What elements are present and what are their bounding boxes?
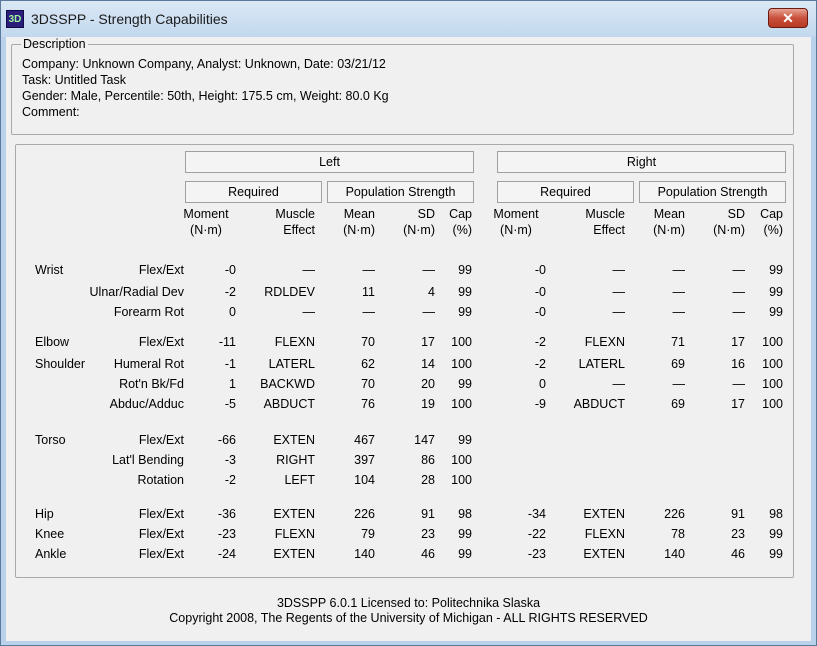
left-col-header-effect-line2: Effect <box>283 223 315 237</box>
left-moment-cell: -36 <box>217 507 236 521</box>
left-cap-cell: 99 <box>458 377 472 391</box>
row-motion-label: Flex/Ext <box>138 507 184 521</box>
right-col-header-cap-line2: (%) <box>763 223 783 237</box>
right-cap-cell: 99 <box>769 263 783 277</box>
right-col-header-mean-line2: (N·m) <box>653 223 685 237</box>
right-moment-cell: -9 <box>534 397 546 411</box>
left-cap-cell: 100 <box>451 397 472 411</box>
right-moment-cell: -2 <box>534 357 546 371</box>
left-moment-cell: 0 <box>229 305 236 319</box>
left-col-header-mean-line1: Mean <box>343 207 375 221</box>
strength-capabilities-window: 3D 3DSSPP - Strength Capabilities ✕ Desc… <box>0 0 817 646</box>
left-moment-cell: -3 <box>224 453 236 467</box>
left-cap-cell: 99 <box>458 547 472 561</box>
row-motion-label: Lat'l Bending <box>112 453 184 467</box>
left-moment-cell: -24 <box>217 547 236 561</box>
left-col-header-effect-line1: Muscle <box>275 207 315 221</box>
left-moment-cell: -2 <box>224 285 236 299</box>
row-motion-label: Rotation <box>137 473 184 487</box>
left-cap-cell: 100 <box>451 335 472 349</box>
row-motion-label: Humeral Rot <box>113 357 184 371</box>
comment-line: Comment: <box>22 105 80 119</box>
left-col-header-moment-line2: (N·m) <box>190 223 222 237</box>
right-cap-cell: 100 <box>762 357 783 371</box>
row-motion-label: Flex/Ext <box>138 547 184 561</box>
right-col-header-effect-line1: Muscle <box>585 207 625 221</box>
right-moment-cell: -2 <box>534 335 546 349</box>
right-cap-cell: 100 <box>762 377 783 391</box>
gender-line: Gender: Male, Percentile: 50th, Height: … <box>22 89 389 103</box>
right-cap-cell: 98 <box>769 507 783 521</box>
right-cap-cell: 99 <box>769 527 783 541</box>
left-col-header-mean-line2: (N·m) <box>343 223 375 237</box>
license-line: 3DSSPP 6.0.1 Licensed to: Politechnika S… <box>276 596 541 610</box>
left-cap-cell: 100 <box>451 453 472 467</box>
right-side-header: Right <box>497 151 786 173</box>
row-motion-label: Flex/Ext <box>138 335 184 349</box>
strength-table-group: Left Right Required Population Strength … <box>15 144 794 578</box>
right-moment-cell: -0 <box>534 263 546 277</box>
right-population-header: Population Strength <box>639 181 786 203</box>
close-button[interactable]: ✕ <box>768 8 808 28</box>
left-cap-cell: 99 <box>458 305 472 319</box>
left-cap-cell: 99 <box>458 433 472 447</box>
right-cap-cell: 99 <box>769 285 783 299</box>
left-cap-cell: 100 <box>451 357 472 371</box>
left-cap-cell: 100 <box>451 473 472 487</box>
left-cap-cell: 99 <box>458 527 472 541</box>
right-col-header-mean-line1: Mean <box>653 207 685 221</box>
window-title: 3DSSPP - Strength Capabilities <box>31 11 228 27</box>
left-cap-cell: 99 <box>458 285 472 299</box>
right-col-header-moment-line2: (N·m) <box>500 223 532 237</box>
row-motion-label: Rot'n Bk/Fd <box>119 377 184 391</box>
left-moment-cell: -0 <box>224 263 236 277</box>
left-moment-cell: -11 <box>218 335 236 349</box>
left-moment-cell: -1 <box>224 357 236 371</box>
right-cap-cell: 99 <box>769 305 783 319</box>
row-motion-label: Abduc/Adduc <box>109 397 184 411</box>
left-moment-cell: -66 <box>217 433 236 447</box>
description-group: Description Company: Unknown Company, An… <box>11 37 794 135</box>
title-bar[interactable]: 3D 3DSSPP - Strength Capabilities ✕ <box>1 1 816 37</box>
left-cap-cell: 98 <box>458 507 472 521</box>
company-line: Company: Unknown Company, Analyst: Unkno… <box>22 57 386 71</box>
right-col-header-moment-line1: Moment <box>493 207 539 221</box>
dialog-client-area: Description Company: Unknown Company, An… <box>6 37 811 641</box>
left-col-header-moment-line1: Moment <box>183 207 229 221</box>
task-line: Task: Untitled Task <box>22 73 126 87</box>
row-motion-label: Ulnar/Radial Dev <box>89 285 184 299</box>
right-moment-cell: -22 <box>527 527 546 541</box>
right-cap-cell: 99 <box>769 547 783 561</box>
left-population-header: Population Strength <box>327 181 474 203</box>
left-required-header: Required <box>185 181 322 203</box>
right-moment-cell: -0 <box>534 285 546 299</box>
row-motion-label: Flex/Ext <box>138 433 184 447</box>
right-moment-cell: 0 <box>539 377 546 391</box>
left-moment-cell: -23 <box>217 527 236 541</box>
description-legend: Description <box>21 37 88 51</box>
left-moment-cell: -5 <box>224 397 236 411</box>
right-moment-cell: -23 <box>527 547 546 561</box>
right-col-header-cap-line1: Cap <box>760 207 783 221</box>
copyright-line: Copyright 2008, The Regents of the Unive… <box>169 611 648 625</box>
app-3dsspp-icon: 3D <box>6 10 24 28</box>
row-motion-label: Flex/Ext <box>138 527 184 541</box>
left-col-header-cap-line1: Cap <box>449 207 472 221</box>
right-moment-cell: -34 <box>527 507 546 521</box>
left-moment-cell: -2 <box>224 473 236 487</box>
right-moment-cell: -0 <box>534 305 546 319</box>
left-col-header-cap-line2: (%) <box>452 223 472 237</box>
left-side-header: Left <box>185 151 474 173</box>
right-cap-cell: 100 <box>762 397 783 411</box>
right-cap-cell: 100 <box>762 335 783 349</box>
left-moment-cell: 1 <box>229 377 236 391</box>
left-cap-cell: 99 <box>458 263 472 277</box>
right-required-header: Required <box>497 181 634 203</box>
right-col-header-effect-line2: Effect <box>593 223 625 237</box>
row-motion-label: Flex/Ext <box>138 263 184 277</box>
row-motion-label: Forearm Rot <box>113 305 184 319</box>
